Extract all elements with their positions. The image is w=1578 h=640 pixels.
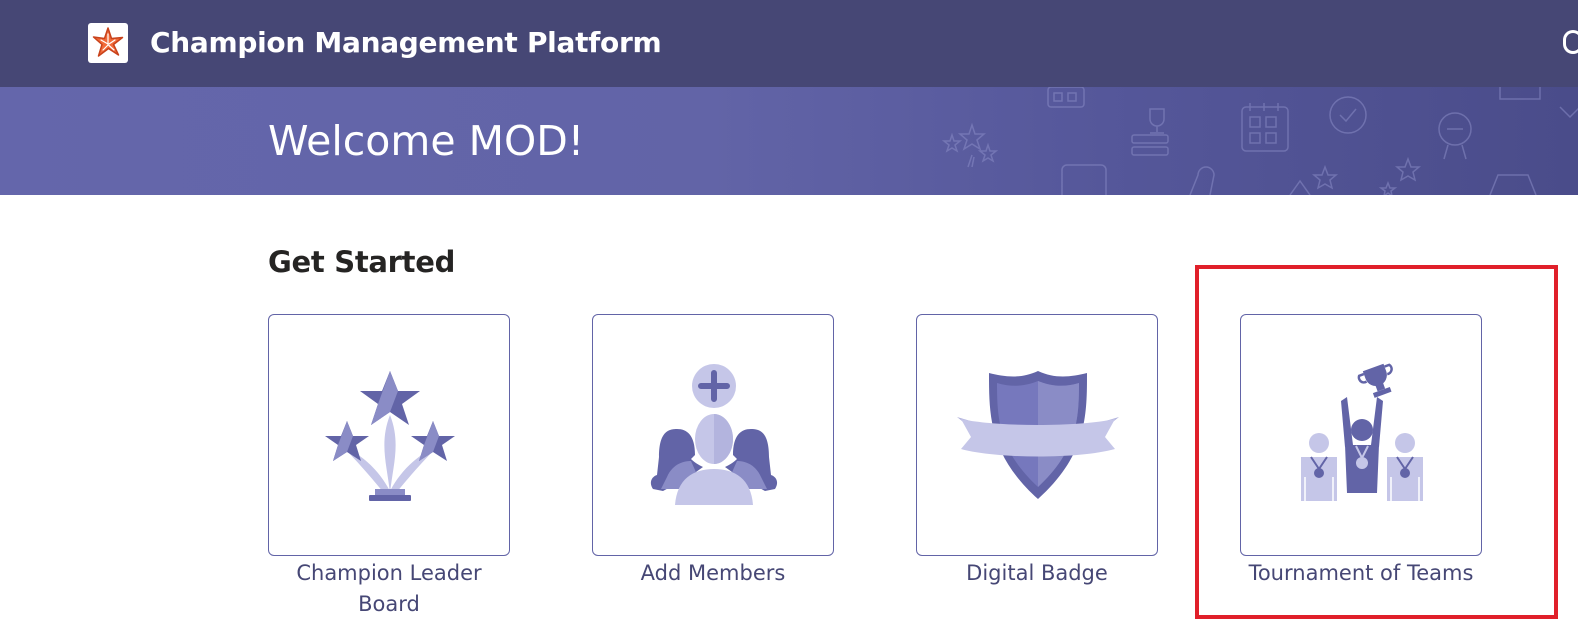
starfish-logo-icon — [92, 27, 124, 57]
banner-decoration — [941, 87, 1578, 195]
top-bar: Champion Management Platform — [0, 0, 1578, 87]
tile-label-add-members[interactable]: Add Members — [592, 558, 834, 589]
stars-trophy-icon — [325, 371, 455, 501]
tile-add-members[interactable] — [592, 314, 834, 556]
welcome-banner: Welcome MOD! — [0, 87, 1578, 195]
selection-highlight — [1195, 265, 1558, 619]
profile-icon[interactable] — [1563, 30, 1578, 54]
tile-champion-leader-board[interactable] — [268, 314, 510, 556]
badge-shield-icon — [957, 371, 1119, 499]
section-title: Get Started — [268, 245, 456, 279]
tile-label-digital-badge[interactable]: Digital Badge — [916, 558, 1158, 589]
app-logo — [88, 23, 128, 63]
tile-digital-badge[interactable] — [916, 314, 1158, 556]
add-members-icon — [650, 364, 778, 505]
tile-label-champion-leader-board[interactable]: Champion Leader Board — [268, 558, 510, 620]
app-title: Champion Management Platform — [150, 26, 662, 59]
welcome-heading: Welcome MOD! — [268, 117, 585, 165]
